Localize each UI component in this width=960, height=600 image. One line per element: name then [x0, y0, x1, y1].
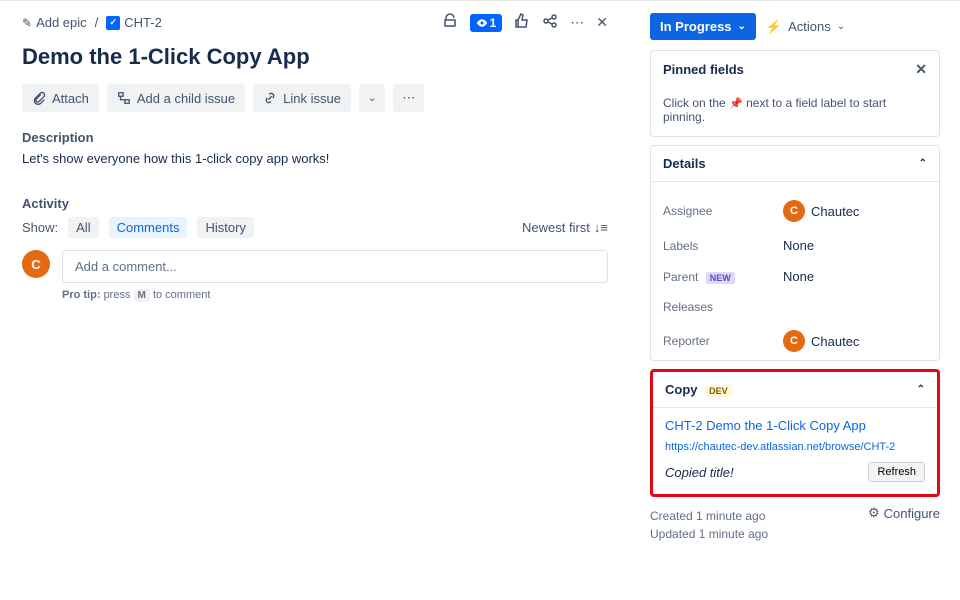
refresh-button[interactable]: Refresh: [868, 462, 925, 482]
copy-panel: Copy DEV ⌃ CHT-2 Demo the 1-Click Copy A…: [650, 369, 940, 497]
chevron-down-icon: ⌄: [837, 21, 845, 32]
sort-button[interactable]: Newest first ↓≡: [522, 220, 608, 235]
tab-all[interactable]: All: [68, 217, 98, 238]
status-label: In Progress: [660, 19, 732, 34]
actions-label: Actions: [788, 19, 831, 34]
watchers-button[interactable]: 1: [470, 14, 503, 32]
parent-label: Parent: [663, 270, 698, 284]
configure-label: Configure: [884, 506, 940, 521]
add-epic-link[interactable]: ✎ Add epic: [22, 15, 87, 30]
bolt-icon: ⚡: [766, 19, 782, 35]
pinned-fields-panel: Pinned fields ✕ Click on the 📌 next to a…: [650, 50, 940, 137]
protip-pre: Pro tip:: [62, 289, 101, 301]
configure-button[interactable]: ⚙ Configure: [868, 505, 940, 521]
add-epic-label: Add epic: [36, 15, 87, 30]
tab-comments[interactable]: Comments: [109, 217, 188, 238]
reporter-name: Chautec: [811, 334, 859, 349]
created-text: Created 1 minute ago: [650, 509, 768, 523]
avatar: C: [783, 200, 805, 222]
kbd-m: M: [134, 289, 150, 302]
add-child-label: Add a child issue: [137, 91, 235, 106]
activity-label: Activity: [22, 196, 608, 211]
copy-header-row[interactable]: Copy DEV ⌃: [653, 372, 937, 407]
pin-icon: 📌: [729, 98, 743, 110]
labels-value: None: [783, 238, 814, 253]
close-icon[interactable]: ✕: [915, 61, 927, 78]
toolbar-more-button[interactable]: ⋯: [393, 84, 424, 112]
details-panel: Details ⌃ Assignee C Chautec Labels None: [650, 145, 940, 361]
chevron-down-icon: ⌄: [368, 93, 376, 104]
issue-key-label: CHT-2: [124, 15, 162, 30]
status-button[interactable]: In Progress ⌄: [650, 13, 756, 40]
attach-button[interactable]: Attach: [22, 84, 99, 112]
labels-label: Labels: [663, 239, 783, 253]
link-issue-label: Link issue: [283, 91, 341, 106]
field-labels[interactable]: Labels None: [651, 230, 939, 261]
gear-icon: ⚙: [868, 505, 880, 521]
field-parent[interactable]: Parent NEW None: [651, 261, 939, 292]
new-badge: NEW: [706, 272, 735, 284]
chevron-up-icon: ⌃: [917, 384, 925, 395]
updated-text: Updated 1 minute ago: [650, 527, 768, 541]
protip: Pro tip: press M to comment: [62, 289, 608, 301]
share-icon[interactable]: [542, 13, 558, 32]
add-child-button[interactable]: Add a child issue: [107, 84, 245, 112]
details-header: Details: [663, 156, 706, 171]
reporter-label: Reporter: [663, 334, 783, 348]
chevron-down-icon: ⌄: [738, 21, 746, 32]
issue-key-link[interactable]: ✓ CHT-2: [106, 15, 162, 30]
tab-history[interactable]: History: [197, 217, 253, 238]
link-dropdown-button[interactable]: ⌄: [359, 84, 385, 112]
close-icon[interactable]: ✕: [596, 14, 608, 31]
actions-button[interactable]: ⚡ Actions ⌄: [766, 13, 845, 40]
pencil-icon: ✎: [22, 16, 32, 30]
copy-url-link[interactable]: https://chautec-dev.atlassian.net/browse…: [665, 441, 925, 453]
field-assignee[interactable]: Assignee C Chautec: [651, 192, 939, 230]
pinned-header: Pinned fields: [663, 62, 744, 77]
releases-label: Releases: [663, 300, 783, 314]
dev-badge: DEV: [705, 385, 732, 397]
description-label: Description: [22, 130, 608, 145]
comment-input[interactable]: Add a comment...: [62, 250, 608, 283]
sort-icon: ↓≡: [594, 220, 608, 235]
chevron-up-icon: ⌃: [919, 158, 927, 169]
field-releases[interactable]: Releases: [651, 292, 939, 322]
assignee-name: Chautec: [811, 204, 859, 219]
attach-label: Attach: [52, 91, 89, 106]
avatar: C: [783, 330, 805, 352]
page-title[interactable]: Demo the 1-Click Copy App: [22, 44, 608, 70]
show-label: Show:: [22, 220, 58, 235]
separator: /: [95, 15, 99, 30]
watchers-count: 1: [490, 16, 497, 30]
assignee-label: Assignee: [663, 204, 783, 218]
more-icon[interactable]: ⋯: [570, 14, 584, 31]
avatar: C: [22, 250, 50, 278]
issue-type-icon: ✓: [106, 16, 120, 30]
details-header-row[interactable]: Details ⌃: [651, 146, 939, 181]
sort-label: Newest first: [522, 220, 590, 235]
field-reporter[interactable]: Reporter C Chautec: [651, 322, 939, 360]
copy-header: Copy: [665, 382, 698, 397]
description-text[interactable]: Let's show everyone how this 1-click cop…: [22, 151, 608, 166]
thumbs-up-icon[interactable]: [514, 13, 530, 32]
copy-title-link[interactable]: CHT-2 Demo the 1-Click Copy App: [665, 418, 925, 433]
breadcrumb: ✎ Add epic / ✓ CHT-2: [22, 15, 162, 30]
lock-icon[interactable]: [442, 13, 458, 32]
link-issue-button[interactable]: Link issue: [253, 84, 351, 112]
parent-value: None: [783, 269, 814, 284]
